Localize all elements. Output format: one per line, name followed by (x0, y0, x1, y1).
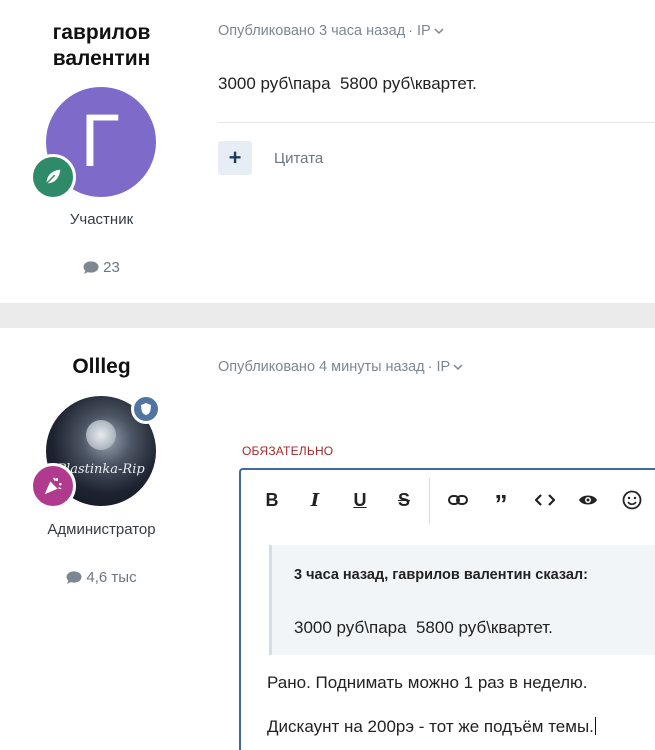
editor-toolbar: B I U S ” (241, 470, 655, 530)
group-label: Участник (69, 211, 134, 228)
published-time[interactable]: Опубликовано 3 часа назад (218, 23, 405, 39)
toolbar-separator (429, 478, 430, 524)
ip-link[interactable]: · IP (428, 359, 451, 375)
bold-button[interactable]: B (259, 487, 285, 513)
post-count: 23 (0, 259, 203, 276)
quote-button[interactable]: Цитата (274, 150, 323, 167)
post-meta: Опубликовано 3 часа назад · IP (218, 23, 444, 39)
post-content: 3000 руб\пара 5800 руб\квартет. (218, 74, 477, 93)
eye-icon[interactable] (575, 487, 601, 513)
published-time[interactable]: Опубликовано 4 минуты назад (218, 359, 425, 375)
post-meta: Опубликовано 4 минуты назад · IP (218, 359, 463, 375)
divider (218, 122, 655, 123)
ip-link[interactable]: · IP (408, 23, 431, 39)
link-icon[interactable] (445, 487, 471, 513)
speech-bubble-icon (83, 260, 99, 274)
author-name[interactable]: Ollleg (0, 354, 203, 380)
rank-badge-leaf-icon (30, 154, 76, 200)
text-caret (594, 717, 596, 735)
author-name-line2[interactable]: валентин (0, 46, 203, 72)
avatar-letter: Г (79, 101, 123, 183)
quote-citation: 3 часа назад, гаврилов валентин сказал: (294, 567, 588, 583)
rank-badge-party-icon (30, 463, 76, 509)
post-count: 4,6 тыс (0, 569, 203, 586)
group-label: Администратор (47, 521, 156, 538)
code-icon[interactable] (532, 487, 558, 513)
chevron-down-icon[interactable] (453, 359, 463, 375)
quote-icon[interactable]: ” (488, 487, 514, 519)
post-count-value: 4,6 тыс (86, 569, 137, 586)
reply-editor[interactable]: B I U S ” 3 часа назад, гаврилов валенти… (239, 468, 655, 750)
multiquote-button[interactable]: + (218, 141, 252, 175)
moderator-shield-icon (131, 394, 161, 424)
chevron-down-icon[interactable] (434, 23, 444, 39)
author-name-text[interactable]: Ollleg (0, 354, 203, 380)
italic-button[interactable]: I (302, 487, 328, 513)
avatar[interactable]: Plastinka-Rip (30, 394, 161, 509)
quote-block[interactable]: 3 часа назад, гаврилов валентин сказал: … (269, 545, 655, 655)
required-label: ОБЯЗАТЕЛЬНО (242, 444, 334, 458)
emoji-icon[interactable] (619, 487, 645, 513)
quote-text: 3000 руб\пара 5800 руб\квартет. (294, 618, 553, 637)
author-name[interactable]: гаврилов валентин (0, 20, 203, 72)
avatar[interactable]: Г (30, 87, 156, 200)
avatar-photo-detail (86, 420, 116, 450)
speech-bubble-icon (66, 570, 82, 584)
post-1: гаврилов валентин Г Участник 23 Опублико… (0, 0, 655, 303)
post-2: Ollleg Plastinka-Rip Администратор 4,6 т… (0, 328, 655, 750)
post-count-value: 23 (103, 259, 120, 276)
author-name-line1[interactable]: гаврилов (0, 20, 203, 46)
underline-button[interactable]: U (347, 487, 373, 513)
reply-text-line: Рано. Поднимать можно 1 раз в неделю. (267, 673, 588, 692)
reply-text-line-caret: Дискаунт на 200рэ - тот же подъём темы. (267, 717, 596, 737)
reply-text-line: Дискаунт на 200рэ - тот же подъём темы. (267, 717, 594, 736)
strikethrough-button[interactable]: S (391, 487, 417, 513)
